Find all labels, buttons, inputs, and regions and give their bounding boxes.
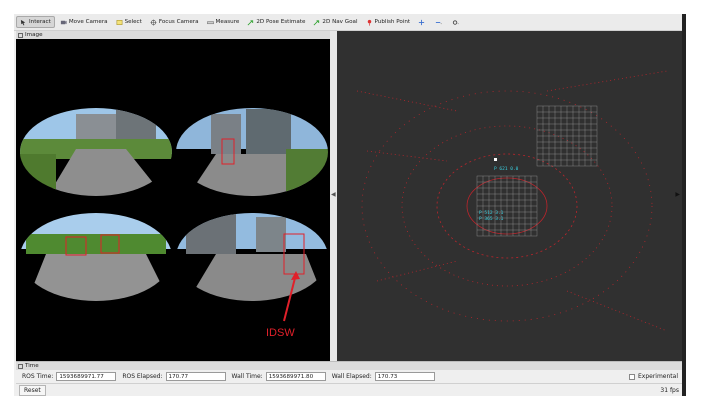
experimental-label: Experimental bbox=[637, 373, 678, 380]
occupancy-grid-lower bbox=[476, 175, 538, 237]
focus-camera-icon bbox=[150, 18, 157, 26]
move-camera-tool-button[interactable]: Move Camera bbox=[57, 17, 111, 28]
measure-icon bbox=[206, 20, 214, 24]
status-bar: Reset 31 fps bbox=[16, 383, 682, 397]
gear-icon bbox=[453, 19, 459, 25]
lidar-points bbox=[356, 70, 668, 332]
tool-label: Move Camera bbox=[68, 18, 108, 25]
select-icon bbox=[116, 19, 122, 25]
3d-viewport[interactable]: P 621 0.0 P 512 3.1 P 365 3.1 ▶ bbox=[337, 31, 682, 361]
track-label: P 512 3.1 bbox=[479, 210, 504, 216]
camera-mosaic: IDSW bbox=[20, 108, 328, 339]
reset-button[interactable]: Reset bbox=[19, 385, 46, 396]
tool-properties-dropdown[interactable] bbox=[449, 17, 464, 28]
tool-label: Focus Camera bbox=[158, 18, 199, 25]
crosshair-add-icon bbox=[419, 19, 425, 25]
focus-camera-tool-button[interactable]: Focus Camera bbox=[147, 17, 202, 28]
experimental-checkbox[interactable] bbox=[628, 373, 635, 380]
publish-point-tool-button[interactable]: Publish Point bbox=[363, 17, 414, 28]
occupancy-grid-upper bbox=[536, 105, 598, 167]
time-panel-title: Time bbox=[25, 363, 39, 369]
tool-label: Publish Point bbox=[374, 18, 411, 25]
panel-splitter[interactable]: ◀ bbox=[330, 31, 337, 361]
time-panel: ROS Time: 1593689971.77 ROS Elapsed: 170… bbox=[16, 370, 682, 383]
idsw-label: IDSW bbox=[266, 327, 295, 339]
wall-time-label: Wall Time: bbox=[231, 373, 263, 380]
ros-time-field[interactable]: 1593689971.77 bbox=[56, 372, 117, 381]
tracked-object-marker bbox=[494, 158, 497, 161]
move-camera-icon bbox=[60, 20, 67, 24]
ros-elapsed-field[interactable]: 170.77 bbox=[165, 372, 226, 381]
camera-image-panel: IDSW bbox=[16, 39, 330, 361]
tool-label: Interact bbox=[29, 18, 51, 25]
fps-readout: 31 fps bbox=[660, 387, 679, 394]
select-tool-button[interactable]: Select bbox=[113, 17, 145, 28]
tool-label: 2D Pose Estimate bbox=[256, 18, 306, 25]
pose-estimate-icon bbox=[247, 19, 254, 25]
track-label: P 365 3.1 bbox=[479, 216, 504, 222]
wall-time-field[interactable]: 1593689971.80 bbox=[265, 372, 326, 381]
collapse-right-icon[interactable]: ▶ bbox=[675, 191, 680, 198]
ros-time-label: ROS Time: bbox=[22, 373, 54, 380]
interact-tool-button[interactable]: Interact bbox=[16, 16, 55, 28]
fisheye-right-view bbox=[176, 108, 328, 196]
panel-undock-icon[interactable] bbox=[18, 32, 23, 38]
toolbar: Interact Move Camera Select Focus Camera… bbox=[14, 14, 686, 31]
fisheye-left-view bbox=[176, 213, 328, 301]
wall-elapsed-label: Wall Elapsed: bbox=[331, 373, 372, 380]
collapse-left-icon[interactable]: ◀ bbox=[331, 191, 336, 198]
time-panel-header: Time bbox=[16, 361, 682, 370]
tool-label: Measure bbox=[215, 18, 240, 25]
rviz-window: Interact Move Camera Select Focus Camera… bbox=[14, 14, 686, 396]
fisheye-rear-view bbox=[20, 213, 172, 301]
tool-label: Select bbox=[124, 18, 142, 25]
point-cloud-view: P 621 0.0 P 512 3.1 P 365 3.1 bbox=[356, 70, 668, 332]
image-panel-title: Image bbox=[25, 32, 43, 38]
tool-label: 2D Nav Goal bbox=[322, 18, 358, 25]
interact-icon bbox=[20, 19, 26, 25]
publish-point-icon bbox=[367, 19, 371, 26]
nav-goal-icon bbox=[313, 19, 320, 25]
nav-goal-tool-button[interactable]: 2D Nav Goal bbox=[310, 17, 360, 28]
pose-estimate-tool-button[interactable]: 2D Pose Estimate bbox=[244, 17, 308, 28]
add-tool-button[interactable] bbox=[415, 17, 430, 28]
wall-elapsed-field[interactable]: 170.73 bbox=[374, 372, 435, 381]
right-edge-bar bbox=[682, 14, 686, 396]
ros-elapsed-label: ROS Elapsed: bbox=[122, 373, 163, 380]
track-label: P 621 0.0 bbox=[494, 166, 519, 172]
minus-icon bbox=[436, 21, 442, 24]
measure-tool-button[interactable]: Measure bbox=[204, 17, 243, 28]
remove-tool-dropdown[interactable] bbox=[432, 17, 447, 28]
panel-undock-icon[interactable] bbox=[18, 363, 23, 369]
fisheye-front-view bbox=[20, 108, 172, 196]
